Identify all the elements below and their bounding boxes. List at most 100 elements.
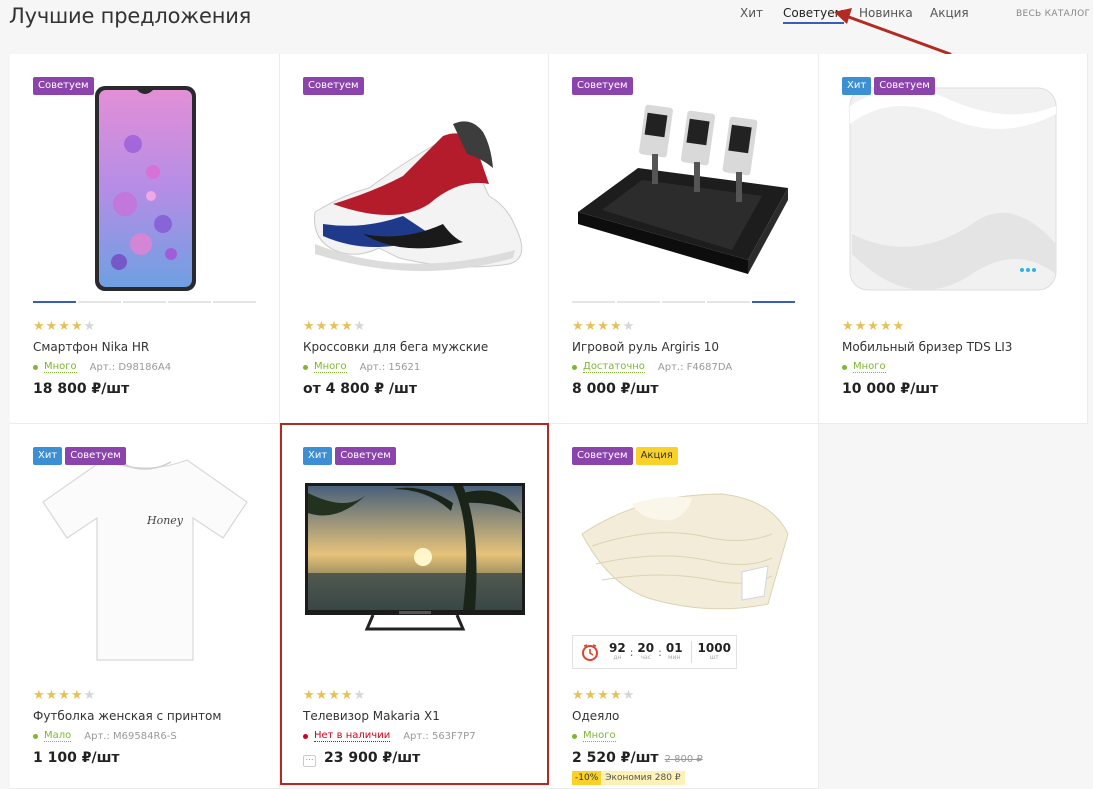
- rating-stars: ★★★★★: [572, 687, 636, 702]
- countdown-timer: 92 дн : 20 час : 01 мин 1000 шт: [572, 635, 737, 669]
- badge-promo: Акция: [635, 447, 678, 465]
- blanket-image[interactable]: [572, 454, 796, 664]
- badge-hit: Хит: [303, 447, 333, 465]
- price-row: 18 800 ₽/шт: [33, 381, 129, 397]
- rating-stars: ★★★★★: [842, 318, 906, 333]
- product-article: Арт.: F4687DA: [657, 361, 733, 373]
- stock-status: Много: [853, 361, 886, 373]
- product-price: 8 000 ₽/шт: [572, 381, 659, 397]
- badge-recommend: Советуем: [65, 447, 126, 465]
- stock-status: Достаточно: [583, 361, 645, 373]
- badges: Хит Советуем: [842, 77, 935, 95]
- product-meta: Много Арт.: 15621: [303, 361, 420, 373]
- product-card[interactable]: ★★★★★ Кроссовки для бега мужские Много А…: [280, 54, 549, 424]
- badge-recommend: Советуем: [572, 447, 633, 465]
- product-price: 18 800 ₽/шт: [33, 381, 130, 397]
- image-pager[interactable]: [572, 301, 795, 303]
- more-options-icon[interactable]: ···: [303, 755, 316, 767]
- product-meta: Много Арт.: D98186A4: [33, 361, 171, 373]
- tv-image[interactable]: [303, 453, 527, 663]
- pedals-image[interactable]: [572, 84, 796, 294]
- product-name[interactable]: Игровой руль Argiris 10: [572, 340, 719, 354]
- badge-hit: Хит: [842, 77, 872, 95]
- product-name[interactable]: Футболка женская с принтом: [33, 709, 221, 723]
- discount-savings: Экономия 280 ₽: [601, 771, 685, 785]
- price-row: 1 100 ₽/шт: [33, 750, 120, 766]
- product-article: Арт.: 563F7P7: [403, 730, 476, 742]
- product-name[interactable]: Одеяло: [572, 709, 619, 723]
- badge-recommend: Советуем: [572, 77, 633, 95]
- stock-indicator-icon: [842, 364, 847, 370]
- product-price: 10 000 ₽/шт: [842, 381, 939, 397]
- stock-status: Нет в наличии: [314, 730, 391, 742]
- discount-badge: -10% Экономия 280 ₽: [572, 771, 685, 785]
- tshirt-image[interactable]: Honey: [33, 454, 257, 664]
- product-card[interactable]: ★★★★★ Смартфон Nika HR Много Арт.: D9818…: [10, 54, 280, 424]
- discount-percent: -10%: [572, 771, 602, 785]
- badges: Советуем: [572, 77, 633, 95]
- stock-indicator-icon: [303, 733, 308, 739]
- timer-minutes: 01 мин: [665, 641, 683, 661]
- rating-stars: ★★★★★: [33, 687, 97, 702]
- product-name[interactable]: Смартфон Nika HR: [33, 340, 149, 354]
- product-meta: Много: [572, 730, 629, 742]
- price-row: от 4 800 ₽ /шт: [303, 381, 417, 397]
- badges: Хит Советуем: [303, 447, 396, 465]
- badge-hit: Хит: [33, 447, 63, 465]
- product-meta: Нет в наличии Арт.: 563F7P7: [303, 730, 476, 742]
- image-pager[interactable]: [33, 301, 256, 303]
- product-card[interactable]: ★★★★★ Мобильный бризер TDS LI3 Много 10 …: [819, 54, 1088, 424]
- stock-status: Много: [44, 361, 77, 373]
- annotation-arrow-icon: [834, 8, 952, 56]
- product-name[interactable]: Мобильный бризер TDS LI3: [842, 340, 1012, 354]
- stock-status: Мало: [44, 730, 72, 742]
- timer-hours: 20 час: [637, 641, 655, 661]
- badges: Хит Советуем: [33, 447, 126, 465]
- price-row: ··· 23 900 ₽/шт: [303, 750, 420, 767]
- badge-recommend: Советуем: [303, 77, 364, 95]
- rating-stars: ★★★★★: [303, 687, 367, 702]
- rating-stars: ★★★★★: [303, 318, 367, 333]
- product-meta: Достаточно Арт.: F4687DA: [572, 361, 732, 373]
- product-card[interactable]: 92 дн : 20 час : 01 мин 1000 шт ★★★★★ Одеяло…: [549, 424, 819, 789]
- price-row: 2 520 ₽/шт 2 800 ₽: [572, 750, 703, 766]
- sneakers-image[interactable]: [303, 84, 527, 294]
- product-card[interactable]: ★★★★★ Телевизор Makaria X1 Нет в наличии…: [280, 423, 549, 785]
- product-article: Арт.: 15621: [359, 361, 421, 373]
- price-row: 8 000 ₽/шт: [572, 381, 659, 397]
- breezer-image[interactable]: [842, 84, 1066, 294]
- product-meta: Мало Арт.: M69584R6-S: [33, 730, 177, 742]
- stock-status: Много: [583, 730, 616, 742]
- stock-indicator-icon: [303, 364, 308, 370]
- product-price: 1 100 ₽/шт: [33, 750, 120, 766]
- badge-recommend: Советуем: [335, 447, 396, 465]
- stock-status: Много: [314, 361, 347, 373]
- product-article: Арт.: D98186A4: [89, 361, 172, 373]
- badge-recommend: Советуем: [874, 77, 935, 95]
- timer-quantity: 1000 шт: [697, 641, 731, 661]
- badges: Советуем: [33, 77, 94, 95]
- product-meta: Много: [842, 361, 899, 373]
- product-card[interactable]: ★★★★★ Игровой руль Argiris 10 Достаточно…: [549, 54, 819, 424]
- clock-icon: [582, 644, 598, 661]
- product-price: 23 900 ₽/шт: [324, 750, 421, 766]
- all-catalog-link[interactable]: ВЕСЬ КАТАЛОГ: [1016, 9, 1090, 19]
- product-name[interactable]: Кроссовки для бега мужские: [303, 340, 488, 354]
- product-price: 2 520 ₽/шт: [572, 750, 659, 766]
- product-card[interactable]: Honey ★★★★★ Футболка женская с принтом М…: [10, 424, 280, 789]
- stock-indicator-icon: [572, 364, 577, 370]
- timer-days: 92 дн: [609, 641, 626, 661]
- stock-indicator-icon: [33, 364, 38, 370]
- badge-recommend: Советуем: [33, 77, 94, 95]
- badges: Советуем: [303, 77, 364, 95]
- rating-stars: ★★★★★: [572, 318, 636, 333]
- page-title: Лучшие предложения: [9, 4, 252, 28]
- tab-hit[interactable]: Хит: [740, 6, 763, 20]
- tshirt-print: Honey: [146, 514, 184, 527]
- stock-indicator-icon: [572, 733, 577, 739]
- product-name[interactable]: Телевизор Makaria X1: [303, 709, 440, 723]
- price-row: 10 000 ₽/шт: [842, 381, 938, 397]
- badges: Советуем Акция: [572, 447, 678, 465]
- smartphone-image[interactable]: [33, 84, 257, 294]
- old-price: 2 800 ₽: [664, 754, 703, 765]
